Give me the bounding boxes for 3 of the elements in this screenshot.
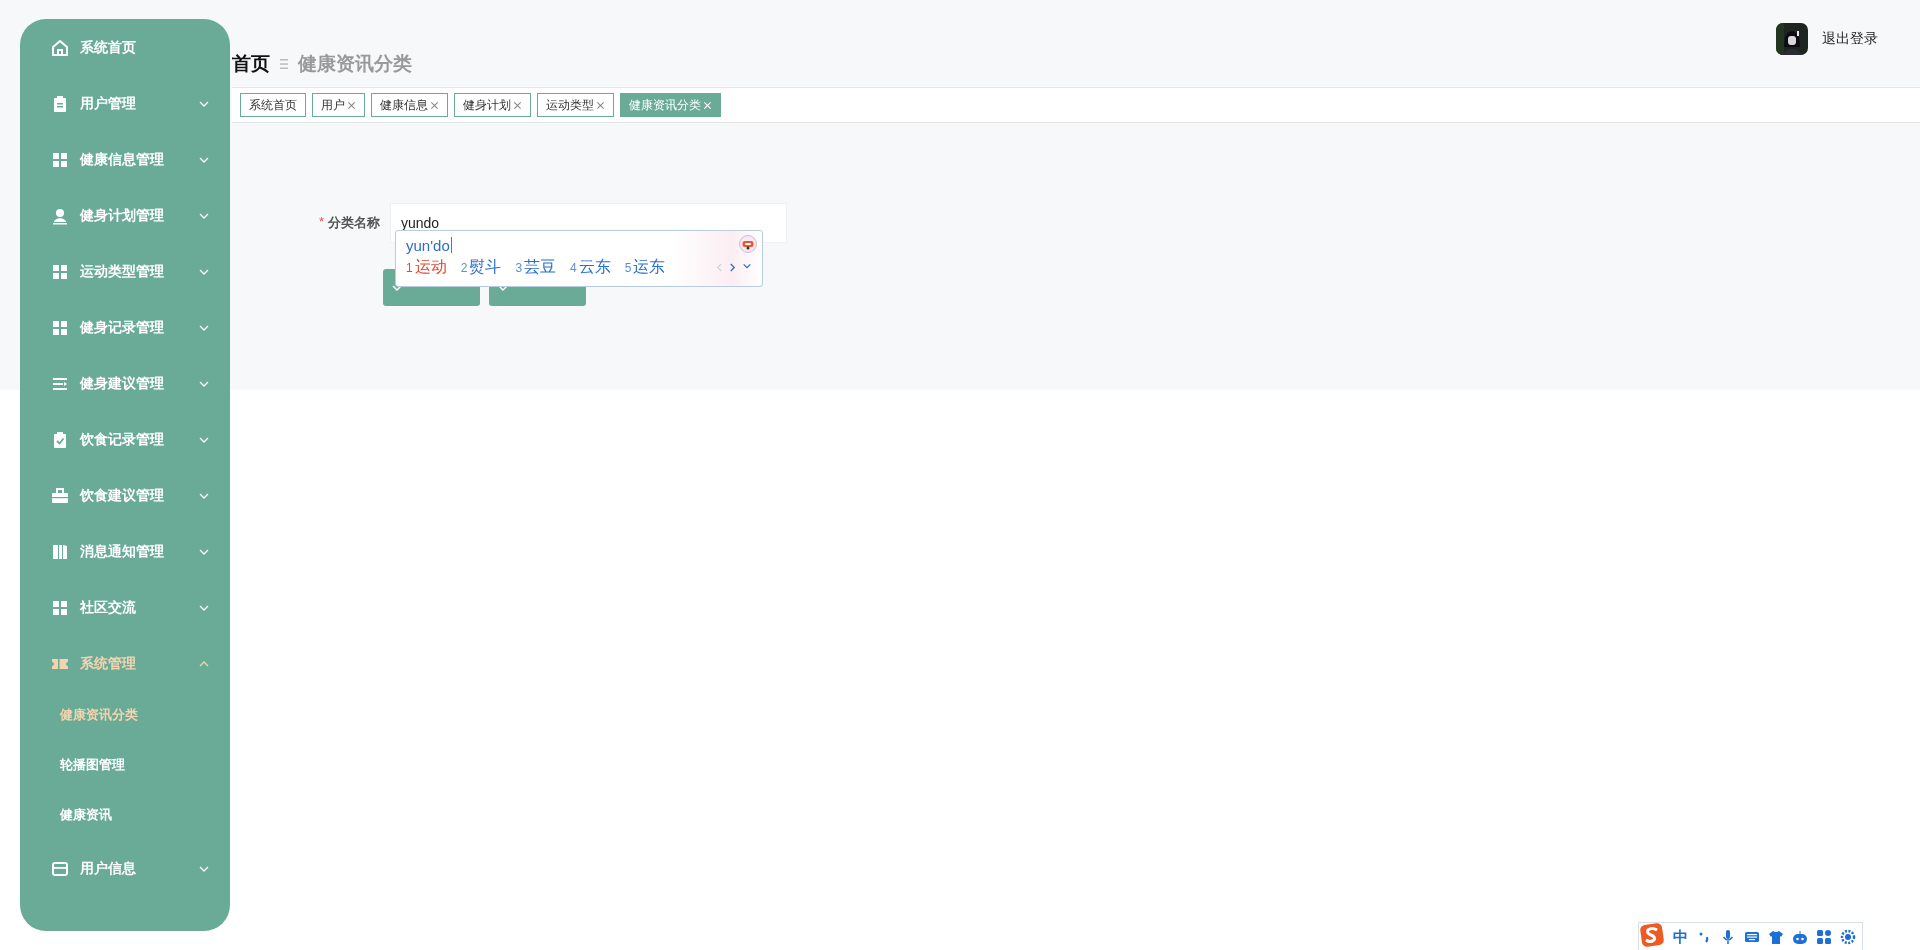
required-mark: *: [318, 214, 324, 231]
breadcrumb-item: 健康资讯分类: [298, 52, 412, 76]
field-label: 分类名称: [328, 214, 380, 232]
